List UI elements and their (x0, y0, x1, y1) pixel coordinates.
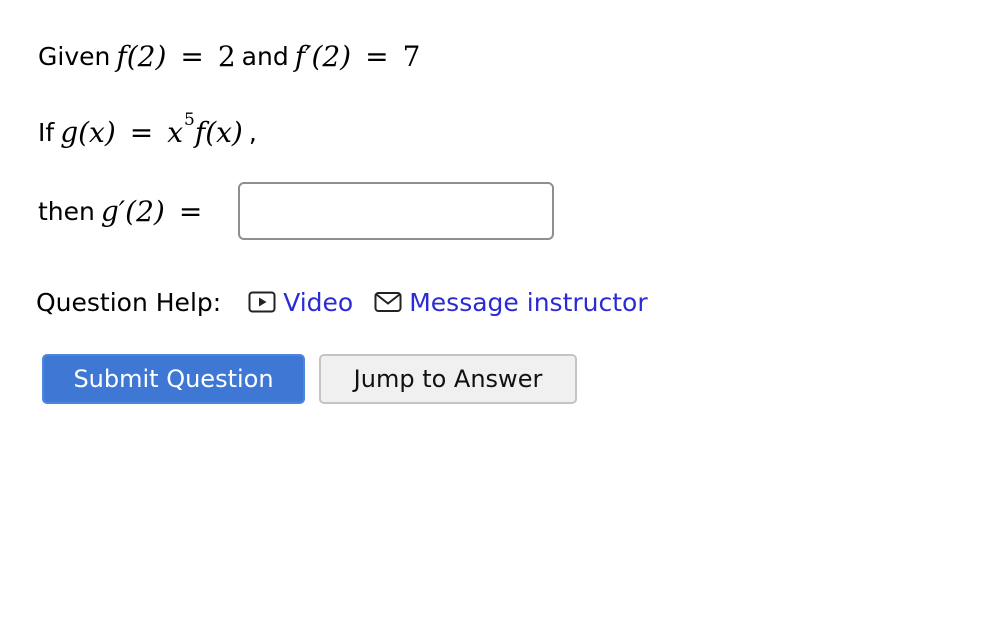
video-link[interactable]: Video (247, 288, 353, 317)
given-fprime2-lhs: f′(2) (294, 39, 352, 73)
question-help: Question Help: Video Message instructor (36, 282, 668, 322)
if-label: If (38, 117, 55, 147)
video-play-icon (247, 290, 277, 314)
given-math-1: f(2) = 2 (116, 40, 235, 73)
g-lhs: g(x) (60, 115, 116, 149)
envelope-icon (373, 290, 403, 314)
definition-statement: If g(x) = x5f(x) , (38, 110, 257, 152)
given-fprime2-value: 7 (402, 39, 421, 73)
x-base: x (167, 115, 184, 149)
g-prime-math: g′(2) = (101, 195, 216, 228)
submit-question-button[interactable]: Submit Question (42, 354, 305, 404)
given-label: Given (38, 41, 111, 71)
given-f2-value: 2 (217, 39, 236, 73)
then-label: then (38, 196, 95, 226)
trailing-comma: , (248, 117, 257, 147)
and-label: and (241, 41, 289, 71)
equals-sign: = (365, 39, 389, 73)
equals-sign: = (180, 39, 204, 73)
given-f2-lhs: f(2) (116, 39, 167, 73)
action-buttons: Submit Question Jump to Answer (42, 354, 577, 404)
message-instructor-link[interactable]: Message instructor (373, 287, 648, 317)
video-link-label: Video (283, 287, 354, 317)
f-of-x: f(x) (194, 115, 243, 149)
given-statement: Given f(2) = 2 and f′(2) = 7 (38, 36, 426, 76)
question-help-label: Question Help: (36, 287, 222, 317)
answer-input[interactable] (238, 182, 555, 240)
given-math-2: f′(2) = 7 (295, 40, 421, 73)
g-definition-math: g(x) = x5f(x) (60, 110, 243, 149)
answer-statement: then g′(2) = (38, 182, 555, 240)
g-prime-lhs: g′(2) (100, 194, 165, 228)
message-instructor-label: Message instructor (409, 287, 648, 317)
equals-sign: = (129, 115, 154, 149)
exponent: 5 (184, 110, 195, 131)
equals-sign: = (178, 194, 203, 228)
jump-to-answer-button[interactable]: Jump to Answer (319, 354, 577, 404)
